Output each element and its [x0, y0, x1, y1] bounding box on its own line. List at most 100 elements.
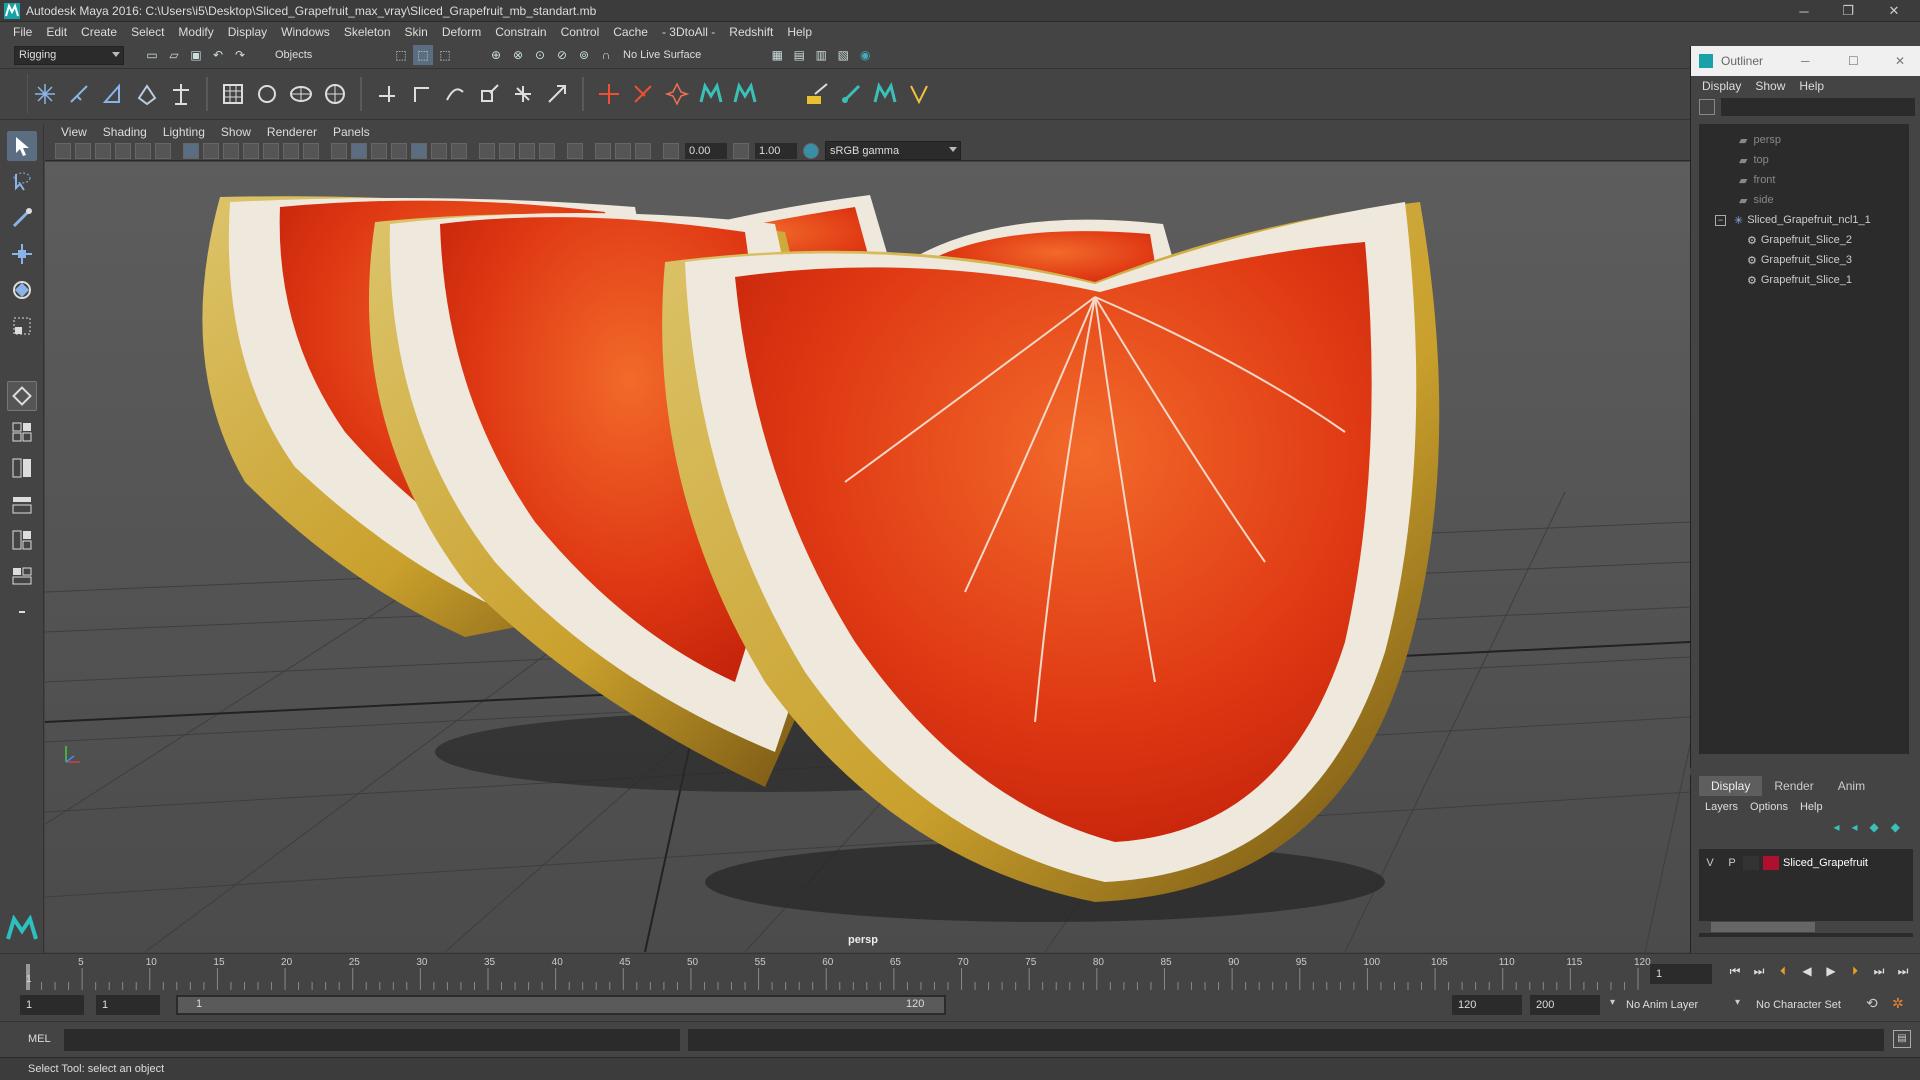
- outliner-menu-display[interactable]: Display: [1695, 79, 1748, 93]
- layer-menu-options[interactable]: Options: [1744, 801, 1794, 813]
- textured-icon[interactable]: [411, 142, 427, 159]
- orient-constraint-icon[interactable]: [440, 79, 470, 109]
- outliner-minimize-button[interactable]: ─: [1801, 54, 1810, 68]
- v-icon[interactable]: [904, 79, 934, 109]
- time-slider[interactable]: 5 10 15 20 25 30 35 40 45 50 55 60 65 70 75 80 85 90 95 100…: [0, 953, 1920, 991]
- start-time-field[interactable]: 1: [20, 995, 84, 1015]
- parent-constraint-icon[interactable]: [508, 79, 538, 109]
- save-scene-icon[interactable]: ▣: [186, 45, 206, 65]
- current-frame-field[interactable]: 1: [1650, 964, 1712, 984]
- use-all-lights-icon[interactable]: [431, 142, 447, 159]
- default-material-icon[interactable]: [371, 142, 387, 159]
- menu-redshift[interactable]: Redshift: [722, 25, 780, 39]
- step-back-key-icon[interactable]: ⏭: [1749, 964, 1769, 979]
- outliner-item-persp[interactable]: ▰ persp: [1699, 130, 1909, 150]
- outliner-menu-show[interactable]: Show: [1748, 79, 1792, 93]
- image-plane-icon[interactable]: [115, 142, 131, 159]
- snap-magnet-icon[interactable]: ∩: [596, 45, 616, 65]
- close-button[interactable]: ✕: [1873, 0, 1915, 22]
- menu-select[interactable]: Select: [124, 25, 171, 39]
- play-backwards-icon[interactable]: ◀: [1797, 964, 1817, 979]
- outliner-item-slice-1[interactable]: ⚙ Grapefruit_Slice_1: [1699, 270, 1909, 290]
- screen-space-ao-icon[interactable]: [479, 142, 495, 159]
- undo-icon[interactable]: ↶: [208, 45, 228, 65]
- playback-end-field[interactable]: 120: [1452, 995, 1522, 1015]
- menu-file[interactable]: File: [6, 25, 39, 39]
- lattice-icon[interactable]: [218, 79, 248, 109]
- menu-windows[interactable]: Windows: [274, 25, 337, 39]
- layer-menu-help[interactable]: Help: [1794, 801, 1829, 813]
- menu-3dtoall[interactable]: - 3DtoAll -: [655, 25, 722, 39]
- wire-icon[interactable]: [320, 79, 350, 109]
- film-gate-icon[interactable]: [203, 142, 219, 159]
- move-tool-icon[interactable]: [7, 239, 37, 269]
- rotate-tool-icon[interactable]: [7, 275, 37, 305]
- menu-deform[interactable]: Deform: [435, 25, 488, 39]
- layer-visibility-toggle[interactable]: V: [1699, 857, 1721, 869]
- exposure-icon[interactable]: [663, 142, 679, 159]
- ik-spline-icon[interactable]: [98, 79, 128, 109]
- menu-constrain[interactable]: Constrain: [488, 25, 553, 39]
- live-surface-label[interactable]: No Live Surface: [623, 49, 701, 61]
- minimize-button[interactable]: ─: [1783, 0, 1825, 22]
- paint-weights-icon[interactable]: [802, 79, 832, 109]
- xray-icon[interactable]: [595, 142, 611, 159]
- scale-tool-icon[interactable]: [7, 311, 37, 341]
- auto-key-icon[interactable]: ⟲: [1866, 995, 1878, 1012]
- bookmark-icon[interactable]: [95, 142, 111, 159]
- locator-icon[interactable]: [594, 79, 624, 109]
- select-tool-icon[interactable]: [7, 131, 37, 161]
- shelf-handle[interactable]: [6, 74, 28, 114]
- scale-constraint-icon[interactable]: [474, 79, 504, 109]
- outliner-item-slice-2[interactable]: ⚙ Grapefruit_Slice_2: [1699, 230, 1909, 250]
- hik-icon[interactable]: [662, 79, 692, 109]
- point-constraint-icon[interactable]: [372, 79, 402, 109]
- collapse-icon[interactable]: −: [1715, 214, 1726, 226]
- pole-vector-icon[interactable]: [542, 79, 572, 109]
- layer-scrollbar[interactable]: [1699, 921, 1913, 933]
- paint-skin-icon[interactable]: [836, 79, 866, 109]
- motion-blur-icon[interactable]: [499, 142, 515, 159]
- go-to-end-icon[interactable]: ⏭: [1893, 964, 1913, 979]
- resolution-gate-icon[interactable]: [223, 142, 239, 159]
- depth-of-field-icon[interactable]: [539, 142, 555, 159]
- tab-anim[interactable]: Anim: [1826, 776, 1877, 796]
- bind-skin-icon[interactable]: [132, 79, 162, 109]
- xray-active-icon[interactable]: [615, 142, 631, 159]
- layer-playback-toggle[interactable]: P: [1721, 857, 1743, 869]
- render-frame-icon[interactable]: ▤: [789, 45, 809, 65]
- wrap-icon[interactable]: [286, 79, 316, 109]
- aim-constraint-icon[interactable]: [406, 79, 436, 109]
- chevron-down-icon[interactable]: ▾: [1735, 997, 1740, 1008]
- select-component-icon[interactable]: ⬚: [435, 45, 455, 65]
- joint-tool-icon[interactable]: [30, 79, 60, 109]
- step-forward-frame-icon[interactable]: ⏵: [1845, 964, 1865, 979]
- layer-menu-layers[interactable]: Layers: [1699, 801, 1744, 813]
- open-scene-icon[interactable]: ▱: [164, 45, 184, 65]
- camera-attributes-icon[interactable]: [75, 142, 91, 159]
- gamma-icon[interactable]: [733, 142, 749, 159]
- preferences-icon[interactable]: ✲: [1892, 995, 1904, 1012]
- redo-icon[interactable]: ↷: [230, 45, 250, 65]
- tab-display[interactable]: Display: [1699, 776, 1763, 796]
- viewport-menu-view[interactable]: View: [53, 125, 95, 139]
- layer-row[interactable]: V P Sliced_Grapefruit: [1699, 853, 1913, 873]
- smooth-shade-icon[interactable]: [351, 142, 367, 159]
- layout-two-icon[interactable]: [7, 453, 37, 483]
- anim-layer-dropdown[interactable]: No Anim Layer: [1622, 995, 1742, 1014]
- 2d-pan-icon[interactable]: [135, 142, 151, 159]
- xray-joints-icon[interactable]: [635, 142, 651, 159]
- outliner-menu-help[interactable]: Help: [1792, 79, 1831, 93]
- menu-modify[interactable]: Modify: [171, 25, 220, 39]
- field-chart-icon[interactable]: [263, 142, 279, 159]
- render-settings-icon[interactable]: ▧: [833, 45, 853, 65]
- snap-point-icon[interactable]: ⊙: [530, 45, 550, 65]
- command-input[interactable]: [64, 1029, 680, 1051]
- wireframe-on-shaded-icon[interactable]: [391, 142, 407, 159]
- color-space-dropdown[interactable]: sRGB gamma: [825, 141, 961, 160]
- menu-display[interactable]: Display: [221, 25, 274, 39]
- rigid-bind-icon[interactable]: [166, 79, 196, 109]
- outliner-item-slice-3[interactable]: ⚙ Grapefruit_Slice_3: [1699, 250, 1909, 270]
- ik-handle-icon[interactable]: [64, 79, 94, 109]
- grease-pencil-icon[interactable]: [155, 142, 171, 159]
